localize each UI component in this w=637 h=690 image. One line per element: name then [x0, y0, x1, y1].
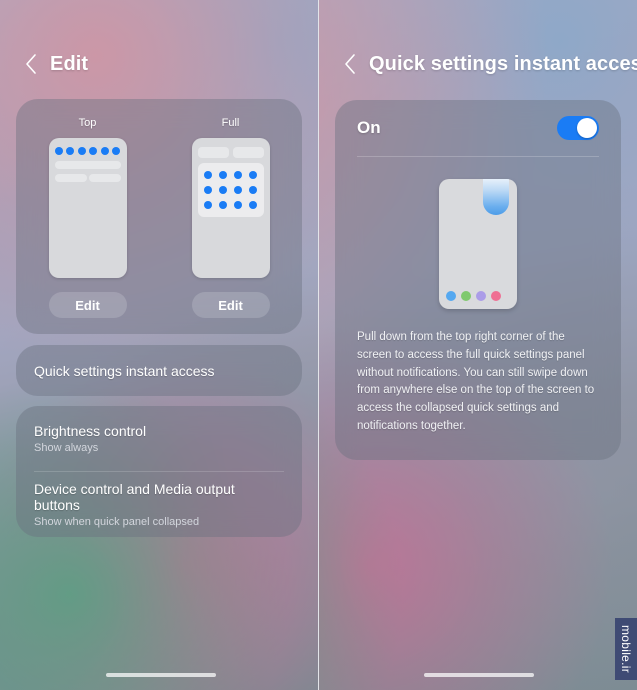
- instant-access-toggle-switch[interactable]: [557, 116, 599, 140]
- quick-toggle-dot: [234, 201, 242, 210]
- quick-toggle-dot: [89, 147, 98, 155]
- quick-toggle-dot: [219, 201, 227, 210]
- quick-toggle-grid: [197, 163, 264, 217]
- notification-placeholder-bar: [54, 161, 121, 169]
- toggle-knob: [577, 118, 597, 138]
- settings-list-card: Brightness control Show always Device co…: [16, 406, 302, 537]
- right-phone-panel: Quick settings instant access On Pull do…: [319, 0, 637, 690]
- illustration-area: [335, 157, 621, 309]
- page-title: Edit: [50, 52, 89, 75]
- preview-option-label: Full: [221, 117, 240, 129]
- quick-toggle-dot: [204, 170, 212, 179]
- color-dot-green: [461, 291, 471, 301]
- chevron-left-icon[interactable]: [20, 53, 42, 75]
- right-header: Quick settings instant access: [319, 46, 637, 82]
- quick-toggle-dots-row: [54, 147, 121, 155]
- edit-top-layout-button[interactable]: Edit: [48, 292, 127, 318]
- color-dot-pink: [491, 291, 501, 301]
- instant-access-detail-card: On Pull down from the top right corner o…: [335, 100, 621, 460]
- quick-toggle-dot: [249, 201, 257, 210]
- navigation-gesture-bar[interactable]: [106, 673, 216, 677]
- row-title: Brightness control: [34, 423, 147, 439]
- top-layout-preview-graphic: [48, 138, 127, 278]
- quick-toggle-dot: [219, 170, 227, 179]
- quick-toggle-dot: [234, 170, 242, 179]
- full-layout-preview-graphic: [191, 138, 270, 278]
- color-dot-blue: [446, 291, 456, 301]
- row-title: Quick settings instant access: [34, 362, 215, 379]
- left-phone-panel: Edit Top Edit Full Edit Quick settings i…: [0, 0, 318, 690]
- pull-down-gesture-shape: [483, 179, 509, 215]
- brightness-control-row[interactable]: Brightness control Show always: [16, 406, 302, 471]
- edit-full-layout-button[interactable]: Edit: [191, 292, 270, 318]
- quick-toggle-dot: [100, 147, 109, 155]
- quick-toggle-color-dots: [446, 291, 501, 301]
- toggle-state-label: On: [357, 118, 381, 137]
- quick-toggle-dot: [219, 185, 227, 194]
- feature-description: Pull down from the top right corner of t…: [357, 331, 595, 433]
- row-title: Device control and Media output buttons: [34, 481, 235, 513]
- quick-settings-instant-access-row[interactable]: Quick settings instant access: [16, 345, 302, 396]
- row-subtitle: Show always: [34, 442, 99, 454]
- quick-toggle-dot: [234, 185, 242, 194]
- preview-option-label: Top: [78, 117, 97, 129]
- quick-toggle-dot: [77, 147, 86, 155]
- notification-placeholder-bar: [54, 174, 87, 182]
- left-header: Edit: [0, 46, 318, 82]
- quick-toggle-dot: [204, 185, 212, 194]
- row-subtitle: Show when quick panel collapsed: [34, 516, 200, 528]
- preview-option-top[interactable]: Top Edit: [36, 117, 140, 334]
- quick-toggle-dot: [54, 147, 63, 155]
- chevron-left-icon[interactable]: [339, 53, 361, 75]
- quick-toggle-dot: [249, 170, 257, 179]
- quick-toggle-dot: [66, 147, 75, 155]
- quick-toggle-dot: [249, 185, 257, 194]
- device-control-media-output-row[interactable]: Device control and Media output buttons …: [16, 472, 302, 537]
- navigation-gesture-bar[interactable]: [424, 673, 534, 677]
- panel-separator: [318, 0, 319, 690]
- on-off-toggle-row[interactable]: On: [335, 100, 621, 156]
- preview-option-full[interactable]: Full Edit: [179, 117, 283, 334]
- notification-placeholder-bar: [88, 174, 121, 182]
- media-placeholder-tile: [232, 147, 264, 158]
- layout-preview-card: Top Edit Full Edit: [16, 99, 302, 334]
- media-placeholder-tile: [197, 147, 229, 158]
- quick-toggle-dot: [204, 201, 212, 210]
- color-dot-purple: [476, 291, 486, 301]
- pull-down-corner-illustration: [439, 179, 517, 309]
- quick-toggle-dot: [112, 147, 121, 155]
- page-title: Quick settings instant access: [369, 52, 637, 75]
- watermark-label: mobile.ir: [615, 617, 637, 680]
